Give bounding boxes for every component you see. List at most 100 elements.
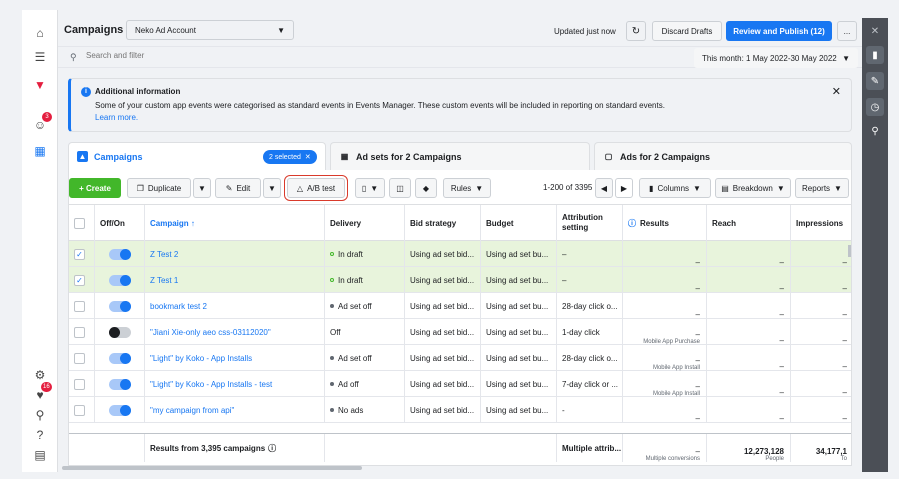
row-toggle[interactable] (109, 404, 131, 416)
table-row[interactable]: ✓ Z Test 1 In draft Using ad set bid... … (69, 267, 851, 293)
grid-icon: ▦ (340, 152, 349, 161)
header-onoff[interactable]: Off/On (95, 205, 145, 241)
summary-row: Results from 3,395 campaigns ⓘ Multiple a… (69, 433, 851, 462)
search-icon[interactable]: ⚲ (866, 122, 884, 140)
header-delivery[interactable]: Delivery (325, 205, 405, 241)
chevron-down-icon: ▼ (842, 53, 850, 63)
table-row[interactable]: "my campaign from api" No ads Using ad s… (69, 397, 851, 423)
impressions-value: – (842, 414, 847, 423)
create-button[interactable]: + Create (69, 178, 121, 198)
refresh-button[interactable]: ↻ (626, 21, 646, 41)
row-toggle[interactable] (109, 300, 131, 312)
duplicate-button[interactable]: ❐ Duplicate (127, 178, 191, 198)
home-icon[interactable]: ⌂ (31, 24, 49, 42)
edit-dropdown[interactable]: ▼ (263, 178, 281, 198)
close-icon[interactable]: ✕ (305, 153, 311, 161)
review-publish-button[interactable]: Review and Publish (12) (726, 21, 832, 41)
row-checkbox[interactable] (74, 378, 85, 390)
table-row[interactable]: "Jiani Xie-only aeo css-03112020" Off Us… (69, 319, 851, 345)
header-results[interactable]: ⓘ Results (623, 205, 707, 241)
header-reach[interactable]: Reach (707, 205, 791, 241)
tab-ad-sets[interactable]: ▦ Ad sets for 2 Campaigns (330, 142, 590, 170)
header-impressions[interactable]: Impressions (791, 205, 851, 241)
info-icon[interactable]: ⓘ (268, 443, 276, 454)
budget: Using ad set bu... (481, 345, 557, 371)
notification-badge: 3 (42, 112, 52, 122)
bell-icon[interactable]: ♥ 16 (31, 382, 52, 404)
tab-campaigns[interactable]: ▲ Campaigns 2 selected ✕ (68, 142, 326, 170)
duplicate-dropdown[interactable]: ▼ (193, 178, 211, 198)
prev-page-button[interactable]: ◀ (595, 178, 613, 198)
chevron-down-icon: ▼ (198, 183, 206, 193)
ab-test-button[interactable]: △ A/B test (284, 175, 348, 201)
row-checkbox[interactable]: ✓ (74, 274, 85, 286)
row-toggle[interactable] (109, 326, 131, 338)
tab-ads[interactable]: ▢ Ads for 2 Campaigns (594, 142, 852, 170)
close-icon[interactable]: ✕ (866, 22, 884, 40)
rules-button[interactable]: Rules ▼ (443, 178, 491, 198)
table-row[interactable]: "Light" by Koko - App Installs - test Ad… (69, 371, 851, 397)
menu-icon[interactable]: ☰ (31, 48, 49, 66)
budget: Using ad set bu... (481, 267, 557, 293)
search-icon[interactable]: ⚲ (31, 406, 49, 424)
chart-icon[interactable]: ▮ (866, 46, 884, 64)
edit-button[interactable]: ✎ Edit (215, 178, 261, 198)
row-checkbox[interactable] (74, 352, 85, 364)
row-checkbox[interactable] (74, 326, 85, 338)
bid-strategy: Using ad set bid... (405, 241, 481, 267)
row-checkbox[interactable] (74, 404, 85, 416)
table-row[interactable]: "Light" by Koko - App Installs Ad set of… (69, 345, 851, 371)
vertical-scrollbar[interactable] (848, 245, 851, 257)
status-dot (330, 356, 334, 360)
delete-button[interactable]: ▯ ▼ (355, 178, 385, 198)
row-checkbox[interactable] (74, 300, 85, 312)
history-icon[interactable]: ◷ (866, 98, 884, 116)
columns-button[interactable]: ▮ Columns ▼ (639, 178, 711, 198)
campaign-name[interactable]: bookmark test 2 (145, 293, 325, 319)
next-page-button[interactable]: ▶ (615, 178, 633, 198)
more-button[interactable]: ... (837, 21, 857, 41)
row-checkbox[interactable]: ✓ (74, 248, 85, 260)
learn-more-link[interactable]: Learn more. (95, 113, 138, 122)
summary-impressions-value: 34,177,1 (815, 447, 847, 456)
header-attribution[interactable]: Attribution setting (557, 205, 623, 241)
table-row[interactable]: bookmark test 2 Ad set off Using ad set … (69, 293, 851, 319)
ab-test-label: A/B test (307, 183, 336, 193)
selected-pill[interactable]: 2 selected ✕ (263, 150, 317, 164)
row-toggle[interactable] (109, 352, 131, 364)
campaign-name[interactable]: "Jiani Xie-only aeo css-03112020" (145, 319, 325, 345)
gauge-icon[interactable]: ▼ (31, 76, 49, 94)
campaign-name[interactable]: "Light" by Koko - App Installs - test (145, 371, 325, 397)
table-row[interactable]: ✓ Z Test 2 In draft Using ad set bid... … (69, 241, 851, 267)
pencil-icon[interactable]: ✎ (866, 72, 884, 90)
reports-button[interactable]: Reports ▼ (795, 178, 849, 198)
campaign-name[interactable]: "my campaign from api" (145, 397, 325, 423)
preview-button[interactable]: ◫ (389, 178, 411, 198)
header-budget[interactable]: Budget (481, 205, 557, 241)
row-toggle[interactable] (109, 274, 131, 286)
report-icon[interactable]: ▤ (31, 446, 49, 464)
campaign-name[interactable]: "Light" by Koko - App Installs (145, 345, 325, 371)
tag-button[interactable]: ◆ (415, 178, 437, 198)
attribution: 28-day click o... (557, 345, 623, 371)
help-icon[interactable]: ? (31, 426, 49, 444)
table-icon[interactable]: ▦ (31, 142, 49, 160)
campaign-name[interactable]: Z Test 1 (145, 267, 325, 293)
header-bid-strategy[interactable]: Bid strategy (405, 205, 481, 241)
header-campaign[interactable]: Campaign ↑ (145, 205, 325, 241)
ad-icon: ▢ (604, 152, 613, 161)
search-input[interactable] (86, 51, 486, 60)
row-toggle[interactable] (109, 248, 131, 260)
impressions-value: – (842, 310, 847, 319)
close-icon[interactable]: ✕ (832, 85, 841, 98)
horizontal-scrollbar[interactable] (62, 466, 362, 470)
date-range-picker[interactable]: This month: 1 May 2022-30 May 2022 ▼ (694, 48, 858, 68)
account-select[interactable]: Neko Ad Account ▼ (126, 20, 294, 40)
summary-attribution: Multiple attrib... (557, 434, 623, 462)
campaign-name[interactable]: Z Test 2 (145, 241, 325, 267)
select-all-checkbox[interactable] (74, 217, 85, 229)
row-toggle[interactable] (109, 378, 131, 390)
emoji-icon[interactable]: ☺ 3 (31, 112, 52, 134)
breakdown-button[interactable]: ▤ Breakdown ▼ (715, 178, 791, 198)
discard-drafts-button[interactable]: Discard Drafts (652, 21, 722, 41)
